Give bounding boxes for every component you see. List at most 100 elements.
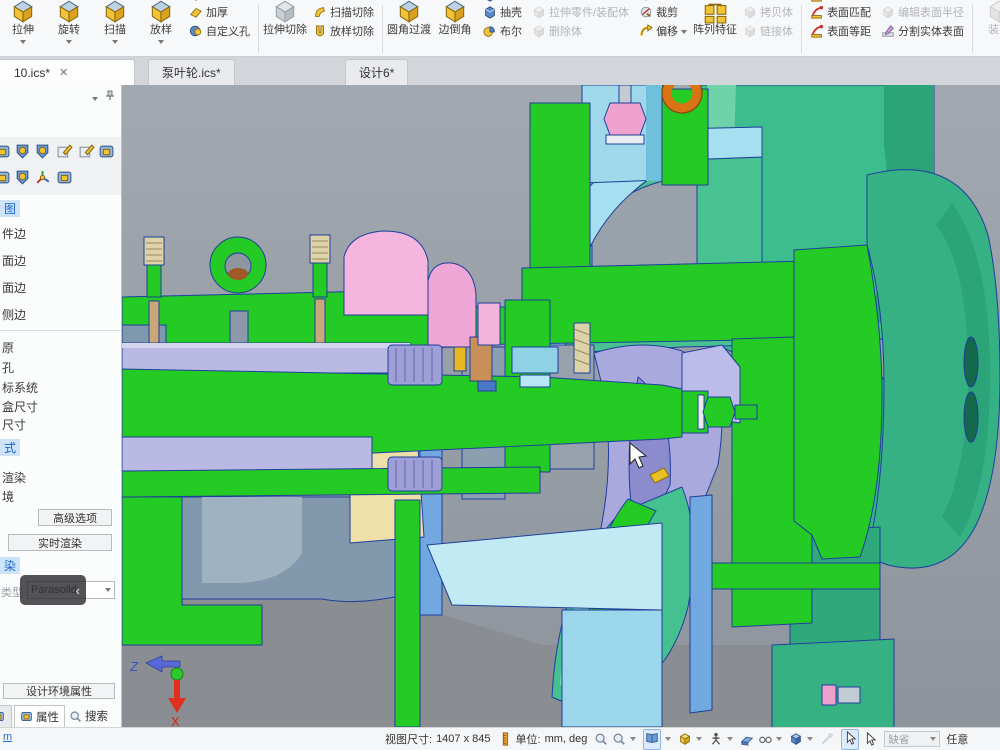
panel-tab-properties[interactable]: 属性 [14,705,65,727]
list-item[interactable]: 侧边 [2,306,26,323]
list-item[interactable]: 件边 [2,225,26,242]
panel-tab-structure[interactable] [0,705,12,727]
render-profile-dropdown[interactable]: 缺省 [884,731,940,747]
zoom-out-icon[interactable] [612,732,626,746]
extrude-part-button: 拉伸零件/装配体 [529,2,632,21]
secondary-cursor-icon[interactable] [863,732,877,746]
custom-hole-button[interactable]: 自定义孔 [186,21,253,40]
offset-icon [639,24,653,38]
panel-collapse-chevron-icon[interactable] [92,97,98,101]
panel-tool-icon[interactable] [0,169,11,186]
chevron-down-icon[interactable] [727,737,733,741]
walk-through-icon[interactable] [709,732,723,746]
section-prism-icon[interactable] [740,732,754,746]
perspective-glasses-icon[interactable] [758,732,772,746]
list-item[interactable]: 原 [2,339,14,356]
loft-cut-button[interactable]: 放样切除 [310,21,377,40]
pattern-feature-button[interactable]: 阵列特征 [692,0,738,56]
loft-icon [148,0,174,24]
chevron-down-icon[interactable] [665,737,671,741]
extrude-cut-icon [272,0,298,24]
snap-mode-label[interactable]: 任意 [946,731,968,747]
thicken-button[interactable]: 加厚 [186,2,253,21]
overlay-tooltip[interactable]: ‹ [20,575,86,605]
close-icon[interactable]: ✕ [59,66,68,79]
extrude-cut-button[interactable]: 拉伸切除 [262,0,308,56]
list-item-selected[interactable]: 式 [0,439,20,456]
design-env-properties-button[interactable]: 设计环境属性 [3,683,115,699]
chevron-down-icon[interactable] [681,30,687,34]
tab-design6[interactable]: 设计6* [345,59,408,85]
tab-label: 泵叶轮.ics* [162,64,221,81]
split-surface-button[interactable]: 分割实体表面 [878,21,967,40]
chevron-down-icon[interactable] [20,40,26,44]
panel-tool-icon[interactable] [56,169,73,186]
list-item[interactable]: 面边 [2,252,26,269]
list-item[interactable]: 标系统 [2,379,38,396]
zoom-in-icon[interactable] [594,732,608,746]
create-extra-column: 加厚 自定义孔 [184,0,255,56]
chevron-down-icon[interactable] [776,737,782,741]
pin-icon[interactable] [104,89,116,101]
list-item[interactable]: 孔 [2,359,14,376]
panel-tool-icon[interactable] [14,169,31,186]
panel-tool-icon[interactable] [78,143,95,160]
panel-tool-icon[interactable] [14,143,31,160]
sweep-button[interactable]: 扫描 [92,0,138,56]
view-size-readout: 视图尺寸: 1407 x 845 [385,731,491,747]
list-item[interactable]: 尺寸 [2,416,26,433]
chevron-down-icon[interactable] [158,40,164,44]
sweep-cut-button[interactable]: 扫描切除 [310,2,377,21]
divider [0,330,122,331]
surface-offset-button[interactable]: 表面等距 [807,21,874,40]
revolve-button[interactable]: 旋转 [46,0,92,56]
tab-pump-impeller[interactable]: 泵叶轮.ics* [148,59,235,85]
chevron-down-icon[interactable] [630,737,636,741]
chevron-down-icon[interactable] [66,40,72,44]
loft-cut-icon [313,24,327,38]
fillet-button[interactable]: 圆角过渡 [386,0,432,56]
panel-tool-icon[interactable] [34,169,51,186]
trim-icon [639,5,653,19]
fillet-icon [396,0,422,24]
chevron-down-icon[interactable] [696,737,702,741]
sweep-cut-icon [313,5,327,19]
loft-button[interactable]: 放样 [138,0,184,56]
panel-tool-icon[interactable] [34,143,51,160]
list-item[interactable]: 盒尺寸 [2,398,38,415]
link-body-button: 链接体 [740,21,796,40]
list-item[interactable]: 面边 [2,279,26,296]
watermark-link[interactable]: m [3,731,12,743]
link-body-icon [743,24,757,38]
chevron-down-icon[interactable] [807,737,813,741]
tab-10ics[interactable]: 10.ics* ✕ [0,59,135,85]
pattern-feature-icon [702,0,728,24]
list-item-selected[interactable]: 染 [0,557,20,574]
advanced-options-button[interactable]: 高级选项 [38,509,112,526]
boolean-button[interactable]: 布尔 [480,21,525,40]
view-manager-button[interactable] [643,729,661,750]
viewport-canvas[interactable]: Z X [122,85,1000,727]
ruler-icon[interactable] [498,732,512,746]
extrude-button[interactable]: 拉伸 [0,0,46,56]
display-cube-icon[interactable] [789,732,803,746]
panel-tool-icon[interactable] [0,143,11,160]
axis-x-label: X [171,714,180,727]
panel-tab-search[interactable]: 搜索 [64,705,113,727]
list-item[interactable]: 境 [2,488,14,505]
surface-match-button[interactable]: 表面匹配 [807,2,874,21]
panel-tool-icon[interactable] [56,143,73,160]
chamfer-button[interactable]: 边倒角 [432,0,478,56]
realtime-render-button[interactable]: 实时渲染 [8,534,112,551]
edit-surface-radius-icon [881,5,895,19]
trim-button[interactable]: 裁剪 [636,2,690,21]
chevron-down-icon[interactable] [112,40,118,44]
list-item-selected[interactable]: 图 [0,200,20,217]
panel-tool-icon[interactable] [98,143,115,160]
shell-button[interactable]: 抽壳 [480,2,525,21]
select-tool-button[interactable] [841,729,859,750]
origin-dot [171,668,183,680]
list-item[interactable]: 渲染 [2,469,26,486]
render-mode-icon[interactable] [678,732,692,746]
offset-button[interactable]: 偏移 [636,21,690,40]
